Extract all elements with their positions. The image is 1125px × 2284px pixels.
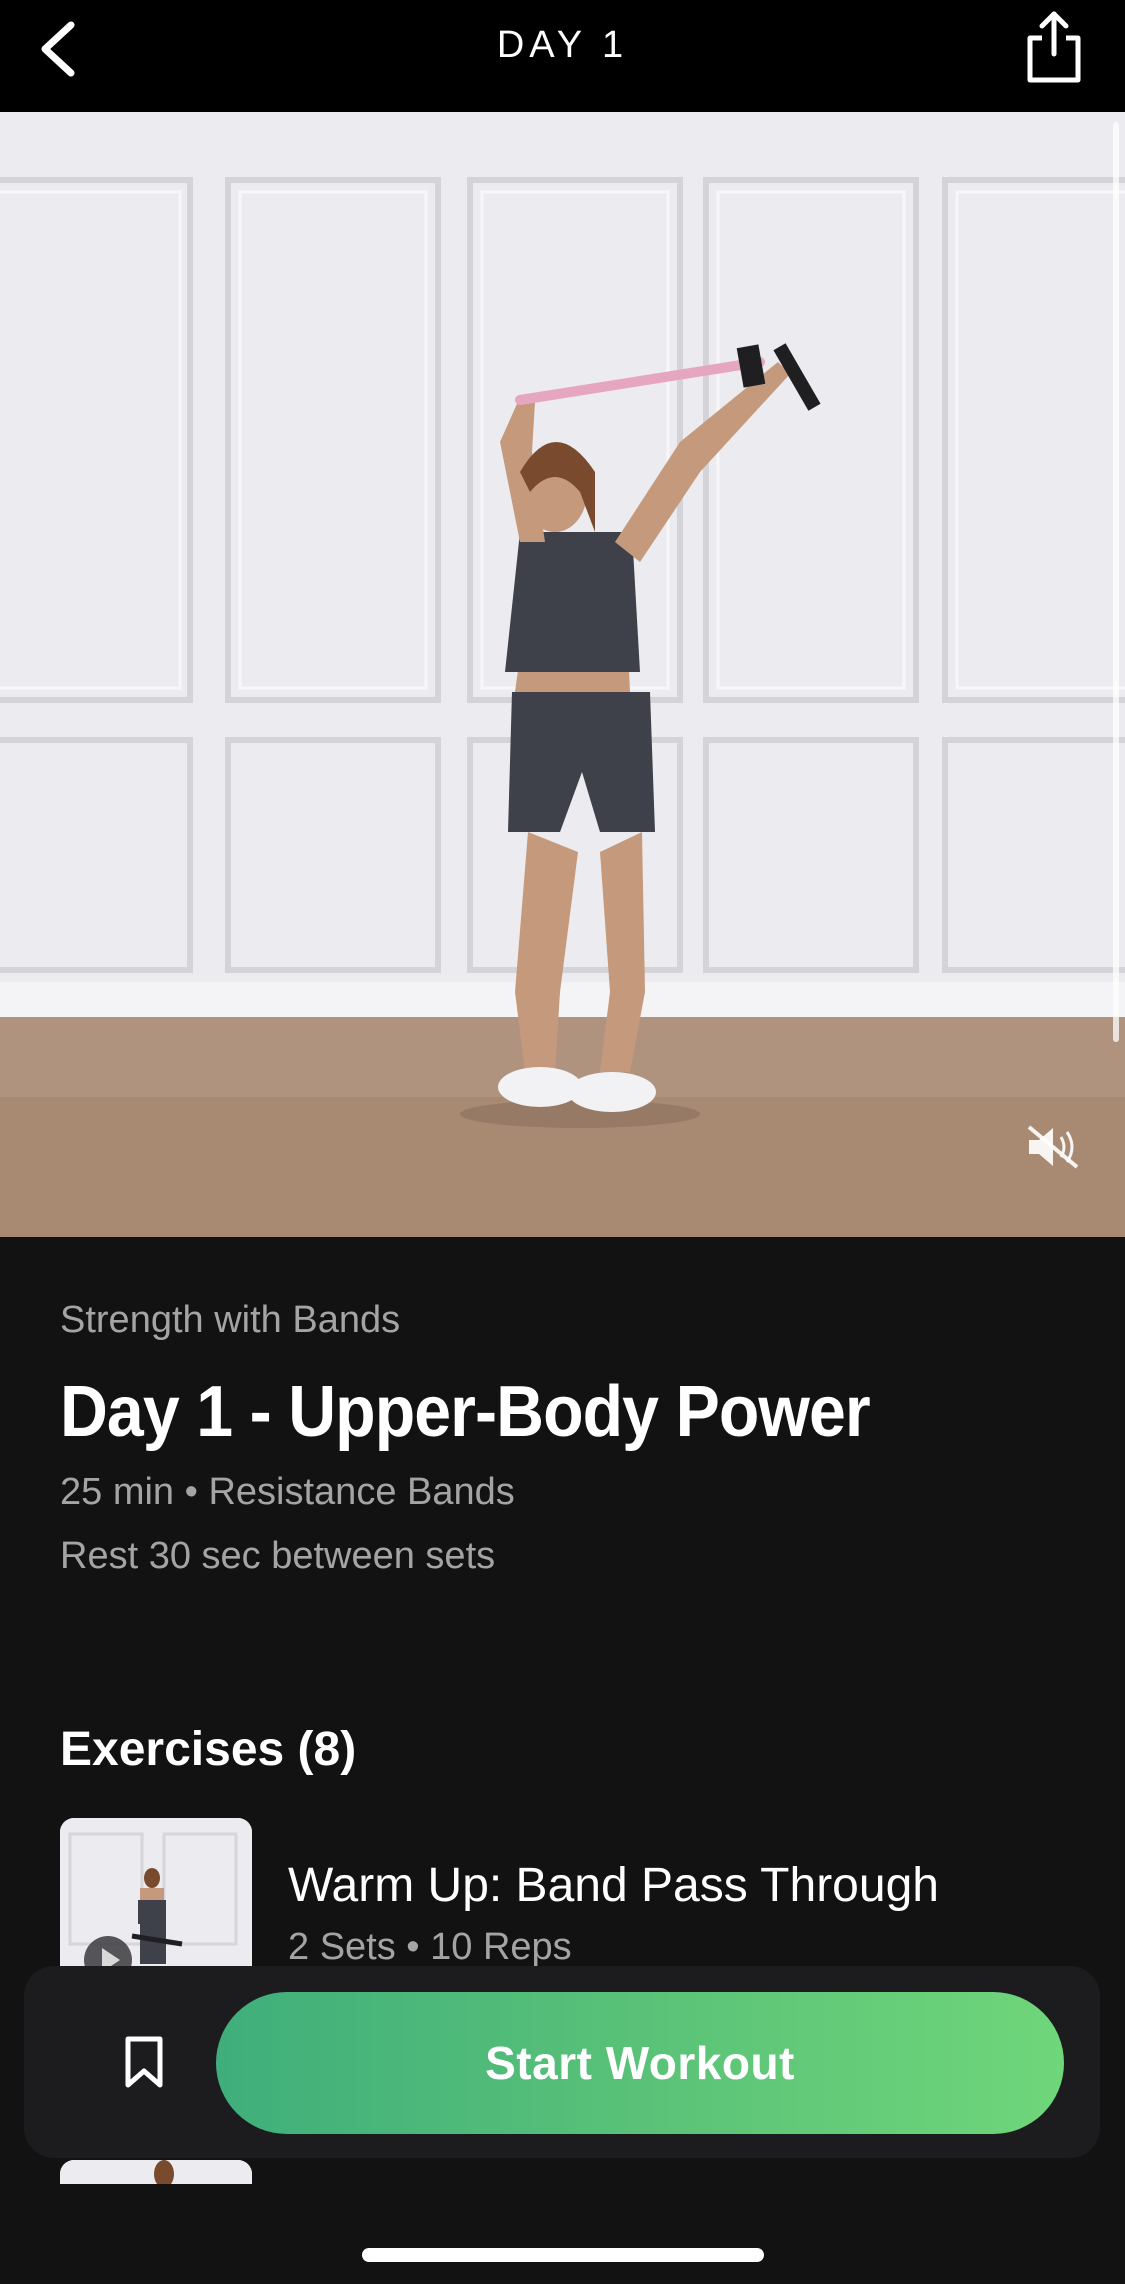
exercise-thumbnail-next[interactable] bbox=[60, 2160, 252, 2186]
share-icon bbox=[1027, 11, 1081, 83]
speaker-muted-icon bbox=[1027, 1125, 1079, 1169]
bookmark-button[interactable] bbox=[84, 2016, 204, 2108]
program-name: Strength with Bands bbox=[60, 1299, 401, 1341]
bookmark-icon bbox=[125, 2036, 163, 2088]
bottom-safe-area bbox=[0, 2184, 1125, 2284]
top-bar: DAY 1 bbox=[0, 0, 1125, 112]
start-workout-button[interactable]: Start Workout bbox=[216, 1992, 1064, 2134]
exercise-thumbnail-image bbox=[60, 2160, 252, 2186]
scroll-indicator bbox=[1113, 122, 1119, 1042]
page-title: DAY 1 bbox=[496, 24, 629, 66]
mute-button[interactable] bbox=[1021, 1115, 1085, 1179]
workout-video[interactable] bbox=[0, 112, 1125, 1237]
action-bar: Start Workout bbox=[24, 1966, 1100, 2158]
exercise-meta: 2 Sets • 10 Reps bbox=[288, 1926, 572, 1968]
home-indicator[interactable] bbox=[362, 2248, 764, 2262]
exercise-name: Warm Up: Band Pass Through bbox=[288, 1859, 939, 1912]
exercises-heading: Exercises (8) bbox=[60, 1723, 357, 1776]
video-frame bbox=[0, 112, 1125, 1237]
share-button[interactable] bbox=[1019, 6, 1089, 86]
rest-info: Rest 30 sec between sets bbox=[60, 1535, 496, 1577]
workout-meta: 25 min • Resistance Bands bbox=[60, 1471, 515, 1513]
workout-title: Day 1 - Upper-Body Power bbox=[60, 1372, 871, 1452]
